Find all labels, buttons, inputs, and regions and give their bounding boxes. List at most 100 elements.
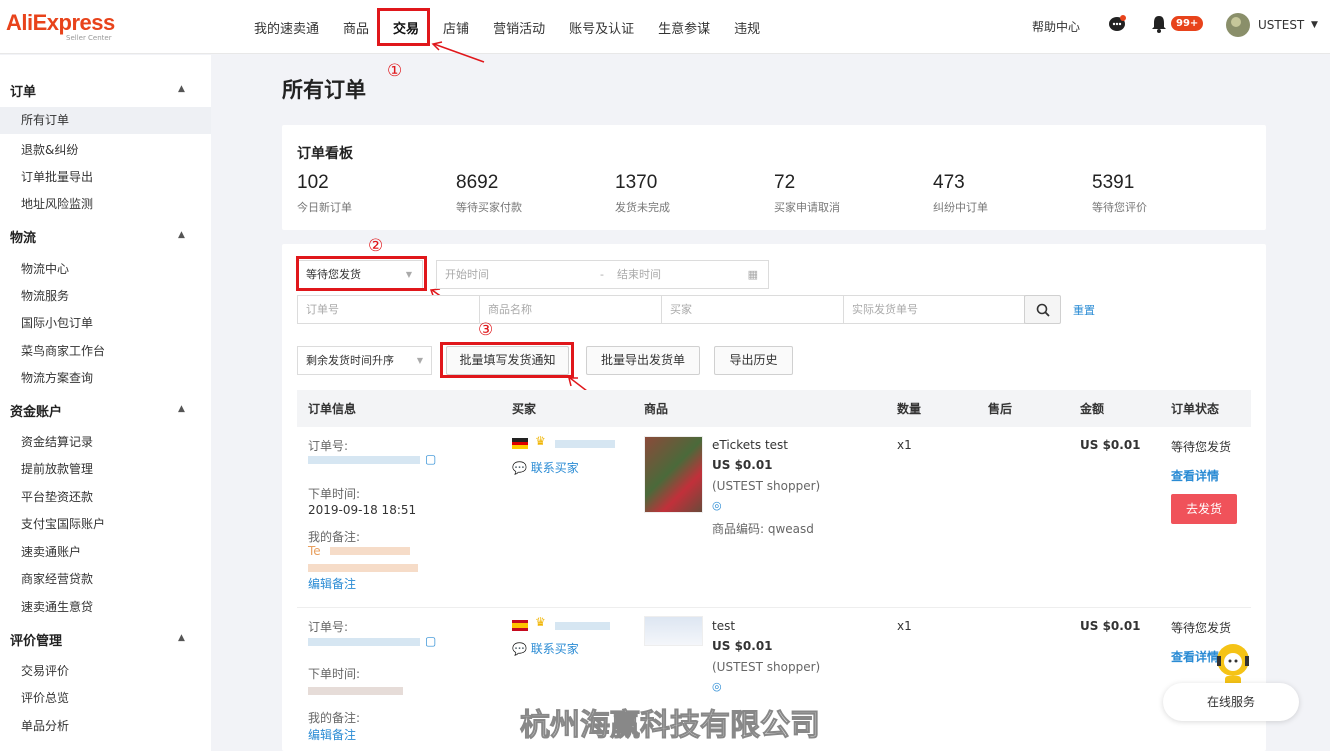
sidebar-item-repayment[interactable]: 平台垫资还款: [21, 488, 93, 505]
export-history-button[interactable]: 导出历史: [714, 346, 793, 375]
product-name[interactable]: test: [712, 619, 735, 633]
date-separator: -: [600, 268, 604, 281]
contact-buyer-label: 联系买家: [530, 461, 579, 475]
caret-up-icon[interactable]: ▲: [178, 230, 185, 240]
sidebar-item-alipay[interactable]: 支付宝国际账户: [21, 515, 105, 532]
stat-awaiting-review[interactable]: 5391 等待您评价: [1092, 172, 1147, 215]
stat-awaiting-payment[interactable]: 8692 等待买家付款: [456, 172, 522, 215]
contact-buyer-button[interactable]: 💬 联系买家: [512, 640, 579, 657]
product-name-input[interactable]: 商品名称: [479, 295, 662, 324]
chat-bubble-icon: 💬: [512, 461, 527, 475]
sidebar-item-early-payout[interactable]: 提前放款管理: [21, 460, 93, 477]
sidebar-item-cainiao[interactable]: 菜鸟商家工作台: [21, 342, 105, 359]
sidebar-item-business-loan[interactable]: 商家经营贷款: [21, 570, 93, 587]
sidebar-item-batch-export[interactable]: 订单批量导出: [21, 168, 93, 185]
sidebar-section-funds[interactable]: 资金账户: [10, 401, 62, 420]
edit-note-link[interactable]: 编辑备注: [308, 575, 356, 592]
tracking-number-input[interactable]: 实际发货单号: [843, 295, 1025, 324]
chat-icon[interactable]: [1108, 15, 1126, 36]
end-date-input[interactable]: 结束时间: [617, 261, 661, 288]
nav-store[interactable]: 店铺: [443, 18, 469, 37]
buyer-input[interactable]: 买家: [661, 295, 844, 324]
annotation-3: ③: [478, 320, 494, 340]
online-service-button[interactable]: 在线服务: [1163, 683, 1299, 721]
caret-up-icon[interactable]: ▲: [178, 633, 185, 643]
nav-business-advisor[interactable]: 生意参谋: [658, 18, 710, 37]
sidebar-section-logistics[interactable]: 物流: [10, 227, 36, 246]
product-thumbnail[interactable]: [644, 436, 703, 513]
quantity: x1: [897, 619, 912, 633]
sidebar-item-intl-parcel[interactable]: 国际小包订单: [21, 314, 93, 331]
view-details-link[interactable]: 查看详情: [1171, 467, 1219, 484]
product-thumbnail[interactable]: [644, 616, 703, 646]
help-center-link[interactable]: 帮助中心: [1032, 18, 1080, 35]
stat-unshipped[interactable]: 1370 发货未完成: [615, 172, 670, 215]
chevron-down-icon: ▼: [416, 356, 423, 365]
product-shop: (USTEST shopper): [712, 660, 821, 674]
blurred-order-number: [308, 638, 420, 646]
copy-icon[interactable]: ▢: [425, 452, 436, 466]
sidebar-item-review-overview[interactable]: 评价总览: [21, 689, 69, 706]
sort-select-value: 剩余发货时间升序: [306, 354, 394, 367]
caret-up-icon[interactable]: ▲: [178, 84, 185, 94]
nav-products[interactable]: 商品: [343, 18, 369, 37]
sidebar-item-logistics-service[interactable]: 物流服务: [21, 287, 69, 304]
sidebar-item-business-credit[interactable]: 速卖通生意贷: [21, 598, 93, 615]
logo-text: AliExpress: [6, 10, 115, 35]
order-number-label: 订单号:: [308, 620, 349, 634]
sidebar-item-product-analysis[interactable]: 单品分析: [21, 717, 69, 734]
stat-value: 102: [297, 172, 329, 193]
sidebar-section-reviews[interactable]: 评价管理: [10, 630, 62, 649]
sidebar-item-settlement[interactable]: 资金结算记录: [21, 433, 93, 450]
col-product: 商品: [644, 402, 669, 416]
date-range-picker[interactable]: 开始时间 - 结束时间 ▦: [436, 260, 769, 289]
blurred-order-time: [308, 687, 403, 695]
col-buyer: 买家: [512, 402, 537, 416]
sidebar-item-all-orders[interactable]: 所有订单: [0, 107, 211, 134]
stat-new-orders[interactable]: 102 今日新订单: [297, 172, 352, 215]
avatar[interactable]: [1226, 13, 1250, 40]
buyer-placeholder: 买家: [670, 303, 692, 316]
chevron-down-icon[interactable]: ▼: [1311, 20, 1318, 30]
stat-value: 5391: [1092, 172, 1135, 193]
note-label: 我的备注:: [308, 530, 361, 544]
aliexpress-logo[interactable]: AliExpress Seller Center: [6, 10, 115, 42]
col-order-info: 订单信息: [308, 402, 357, 416]
username[interactable]: USTEST: [1258, 18, 1304, 32]
copy-icon[interactable]: ▢: [425, 634, 436, 648]
sidebar-item-address-risk[interactable]: 地址风险监测: [21, 195, 93, 212]
edit-note-link[interactable]: 编辑备注: [308, 726, 356, 743]
order-time-label: 下单时间:: [308, 667, 361, 681]
ship-button[interactable]: 去发货: [1171, 494, 1237, 524]
stat-disputes[interactable]: 473 纠纷中订单: [933, 172, 988, 215]
sort-select[interactable]: 剩余发货时间升序 ▼: [297, 346, 432, 375]
crown-icon: ♛: [535, 434, 546, 448]
dashboard-title: 订单看板: [297, 146, 353, 162]
stat-cancel-requests[interactable]: 72 买家申请取消: [774, 172, 840, 215]
bell-icon[interactable]: [1151, 15, 1167, 36]
batch-export-button[interactable]: 批量导出发货单: [586, 346, 700, 375]
sidebar-item-logistics-plan[interactable]: 物流方案查询: [21, 369, 93, 386]
sidebar-section-orders[interactable]: 订单: [10, 81, 36, 100]
nav-my-aliexpress[interactable]: 我的速卖通: [254, 18, 319, 37]
nav-violations[interactable]: 违规: [734, 18, 760, 37]
sidebar-item-trade-reviews[interactable]: 交易评价: [21, 662, 69, 679]
blurred-note: [308, 564, 418, 572]
sidebar-item-logistics-center[interactable]: 物流中心: [21, 260, 69, 277]
calendar-icon[interactable]: ▦: [748, 261, 758, 288]
nav-account[interactable]: 账号及认证: [569, 18, 634, 37]
view-details-link[interactable]: 查看详情: [1171, 648, 1219, 665]
order-number-input[interactable]: 订单号: [297, 295, 480, 324]
blurred-note: [330, 547, 410, 555]
contact-buyer-button[interactable]: 💬 联系买家: [512, 459, 579, 476]
caret-up-icon[interactable]: ▲: [178, 404, 185, 414]
sidebar-item-aliexpress-account[interactable]: 速卖通账户: [21, 543, 81, 560]
nav-marketing[interactable]: 营销活动: [493, 18, 545, 37]
sidebar-item-refunds[interactable]: 退款&纠纷: [21, 141, 78, 158]
start-date-input[interactable]: 开始时间: [445, 268, 489, 281]
product-name[interactable]: eTickets test: [712, 438, 788, 452]
annotation-box-status: [296, 256, 427, 291]
search-button[interactable]: [1024, 295, 1061, 324]
reset-link[interactable]: 重置: [1073, 302, 1095, 318]
order-number-placeholder: 订单号: [306, 303, 339, 316]
